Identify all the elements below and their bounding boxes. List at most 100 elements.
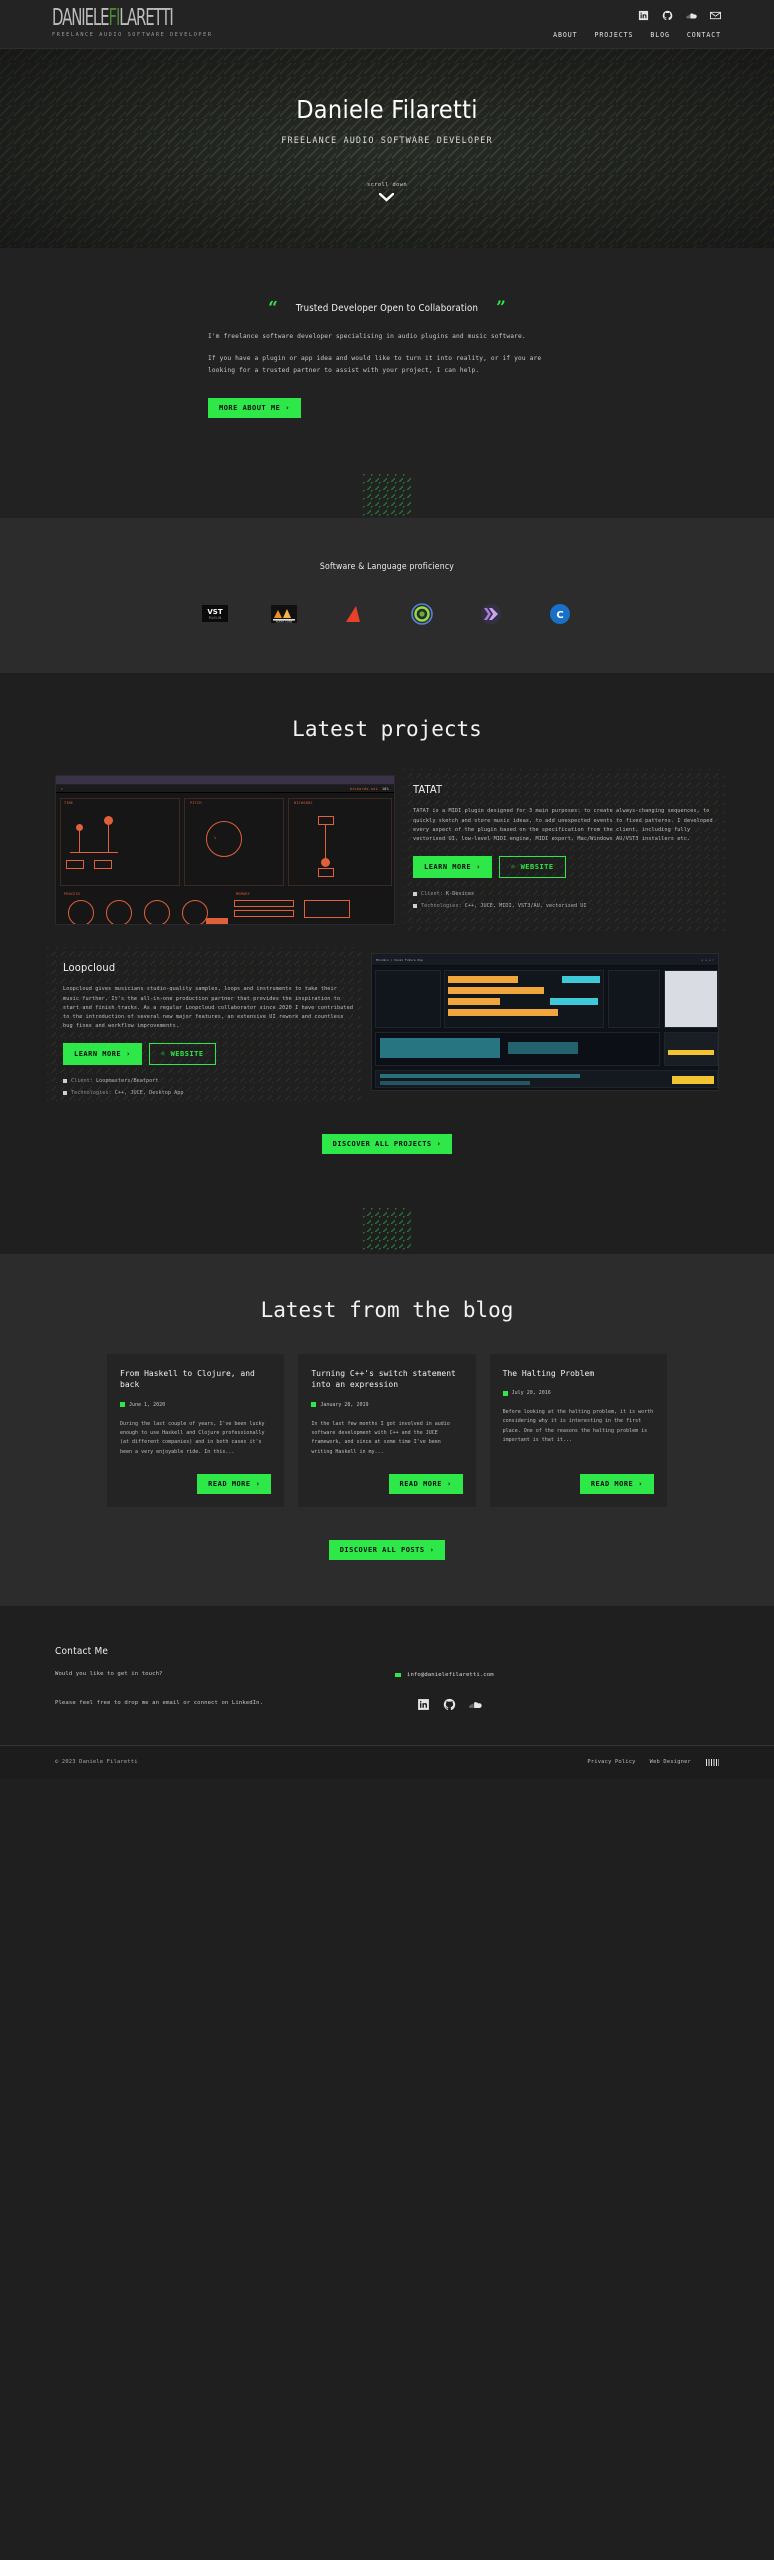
- main-navigation: ABOUT PROJECTS BLOG CONTACT: [553, 31, 721, 39]
- about-heading: Trusted Developer Open to Collaboration: [295, 303, 479, 314]
- client-value: Loopmasters/Beatport: [96, 1077, 159, 1084]
- arrow-right-icon: ›: [126, 1049, 131, 1058]
- tech-key: Technologies:: [71, 1090, 112, 1097]
- client-key: Client:: [71, 1077, 93, 1084]
- arrow-right-icon: ›: [638, 1479, 643, 1488]
- arrow-right-icon: ›: [285, 404, 291, 413]
- hero-section: Daniele Filaretti FREELANCE AUDIO SOFTWA…: [0, 49, 774, 248]
- learn-more-label: LEARN MORE: [424, 862, 472, 871]
- blog-post-title: Turning C++'s switch statement into an e…: [311, 1368, 456, 1390]
- blog-post-card[interactable]: The Halting Problem July 20, 2016 Before…: [489, 1353, 667, 1507]
- github-icon[interactable]: [443, 1698, 456, 1711]
- learn-more-button[interactable]: LEARN MORE ›: [63, 1042, 142, 1065]
- footer-link-web-designer[interactable]: Web Designer: [650, 1759, 691, 1765]
- arrow-right-icon: ›: [436, 1139, 442, 1148]
- nav-item-projects[interactable]: PROJECTS: [594, 31, 633, 39]
- svg-text:VST: VST: [207, 608, 222, 616]
- scroll-down-indicator[interactable]: scroll down: [367, 182, 407, 202]
- svg-text:PLUG-IN: PLUG-IN: [208, 616, 221, 620]
- decorative-band-2: [0, 1193, 774, 1254]
- email-icon[interactable]: [710, 10, 721, 21]
- read-more-button[interactable]: READ MORE ›: [579, 1473, 654, 1494]
- svg-text:AUDIO CORE: AUDIO CORE: [275, 619, 292, 623]
- hatch-decoration-1: [363, 474, 411, 519]
- chevron-down-icon: [367, 193, 407, 202]
- linkedin-icon[interactable]: [417, 1698, 430, 1711]
- client-value: K-Devices: [446, 890, 475, 897]
- more-about-me-button[interactable]: MORE ABOUT ME ›: [208, 398, 302, 419]
- read-more-button[interactable]: READ MORE ›: [388, 1473, 463, 1494]
- website-label: WEBSITE: [520, 862, 554, 871]
- project-card-loopcloud: Loopcloud Loopcloud gives musicians stud…: [47, 947, 719, 1105]
- email-icon: [395, 1672, 401, 1678]
- contact-email-row[interactable]: info@danielefilaretti.com: [395, 1672, 719, 1678]
- logo-accent: FI: [108, 5, 120, 31]
- nav-item-blog[interactable]: BLOG: [650, 31, 669, 39]
- blog-post-date: June 1, 2020: [120, 1402, 271, 1408]
- logo-rest: LARETTI: [119, 5, 173, 31]
- juce-logo: AUDIO CORE: [270, 600, 297, 627]
- read-more-button[interactable]: READ MORE ›: [197, 1473, 272, 1494]
- nav-item-about[interactable]: ABOUT: [553, 31, 577, 39]
- about-paragraph-1: I'm freelance software developer special…: [208, 333, 526, 340]
- learn-more-label: LEARN MORE: [74, 1049, 122, 1058]
- site-header: DANIELEFILARETTI FREELANCE AUDIO SOFTWAR…: [0, 0, 774, 49]
- nav-item-contact[interactable]: CONTACT: [687, 31, 721, 39]
- discover-all-projects-button[interactable]: DISCOVER ALL PROJECTS ›: [321, 1133, 453, 1154]
- discover-all-posts-label: DISCOVER ALL POSTS: [339, 1545, 425, 1554]
- calendar-icon: [311, 1402, 317, 1408]
- loopcloud-app-ui[interactable]: Minimix / Vocal Future Pop q w e r: [371, 953, 719, 1092]
- github-icon[interactable]: [662, 10, 673, 21]
- blog-post-excerpt: In the last few months I got involved in…: [311, 1420, 450, 1455]
- discover-all-posts-button[interactable]: DISCOVER ALL POSTS ›: [328, 1539, 446, 1560]
- tech-icon: [413, 904, 417, 909]
- blog-post-title: The Halting Problem: [502, 1368, 595, 1378]
- calendar-icon: [502, 1390, 508, 1396]
- blog-section: Latest from the blog From Haskell to Clo…: [0, 1253, 774, 1606]
- decorative-band-1: [0, 464, 774, 519]
- website-button[interactable]: ☼ WEBSITE: [148, 1042, 216, 1065]
- blog-post-excerpt: During the last couple of years, I've be…: [120, 1420, 265, 1455]
- project-description: Loopcloud gives musicians studio-quality…: [63, 986, 354, 1029]
- cpp-logo: C: [546, 600, 573, 627]
- discover-all-projects-label: DISCOVER ALL PROJECTS: [332, 1139, 432, 1148]
- website-button[interactable]: ☼ WEBSITE: [498, 855, 566, 878]
- blog-post-title: From Haskell to Clojure, and back: [120, 1368, 255, 1390]
- more-about-me-label: MORE ABOUT ME: [219, 404, 281, 413]
- logo-wordmark: DANIELEFILARETTI: [52, 5, 174, 31]
- site-footer: © 2023 Daniele Filaretti Privacy Policy …: [0, 1744, 774, 1779]
- linkedin-icon[interactable]: [638, 10, 649, 21]
- skills-logo-row: VST PLUG-IN AUDIO CORE C: [0, 600, 774, 627]
- blog-post-card[interactable]: Turning C++'s switch statement into an e…: [298, 1353, 476, 1507]
- soundcloud-icon[interactable]: [686, 10, 697, 21]
- website-label: WEBSITE: [170, 1049, 204, 1058]
- projects-title: Latest projects: [292, 717, 482, 742]
- arrow-right-icon: ›: [446, 1479, 452, 1488]
- contact-paragraph: Please feel free to drop me an email or …: [55, 1699, 264, 1706]
- tech-value: C++, JUCE, Desktop App: [114, 1090, 184, 1097]
- header-social-links: [638, 10, 721, 21]
- blog-post-card[interactable]: From Haskell to Clojure, and back June 1…: [107, 1353, 285, 1507]
- tech-value: C++, JUCE, MIDI, VST3/AU, vectorised UI: [464, 903, 587, 910]
- external-link-icon: ☼: [160, 1049, 166, 1058]
- haskell-logo: [477, 600, 504, 627]
- tech-icon: [63, 1091, 67, 1096]
- project-card-tatat: >bichords.sei10% TIME PITCH BICHORDS %: [55, 769, 725, 932]
- hatch-decoration-2: [363, 1207, 411, 1252]
- clojure-logo: [408, 600, 435, 627]
- soundcloud-icon[interactable]: [469, 1698, 482, 1711]
- footer-link-privacy-policy[interactable]: Privacy Policy: [587, 1759, 635, 1765]
- client-key: Client:: [421, 890, 443, 897]
- client-icon: [63, 1078, 67, 1083]
- ableton-live-logo: [339, 600, 366, 627]
- learn-more-button[interactable]: LEARN MORE ›: [413, 855, 492, 878]
- project-name: Loopcloud: [63, 961, 116, 975]
- contact-heading: Contact Me: [55, 1645, 109, 1657]
- arrow-right-icon: ›: [255, 1479, 261, 1488]
- contact-social-links: [395, 1698, 719, 1711]
- tatat-plugin-ui[interactable]: >bichords.sei10% TIME PITCH BICHORDS %: [55, 775, 395, 926]
- logo-main: DANIELE: [52, 5, 110, 31]
- site-logo[interactable]: DANIELEFILARETTI FREELANCE AUDIO SOFTWAR…: [52, 5, 220, 38]
- about-quote-heading: “ Trusted Developer Open to Collaboratio…: [208, 300, 566, 317]
- calendar-icon: [120, 1402, 125, 1408]
